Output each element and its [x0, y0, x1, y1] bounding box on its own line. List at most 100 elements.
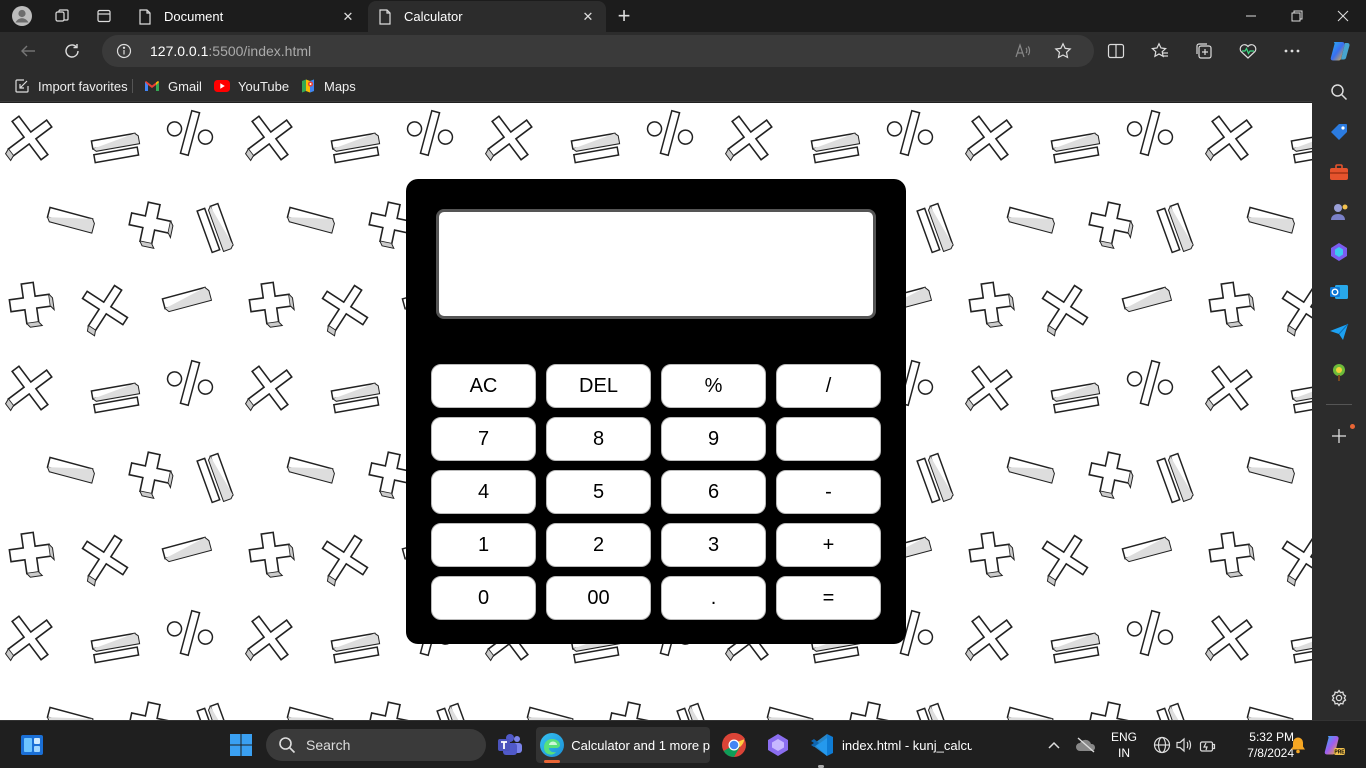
key-2[interactable]: 2 [546, 523, 651, 567]
start-windows-icon[interactable] [225, 729, 257, 761]
page-icon [138, 8, 154, 25]
key-6[interactable]: 6 [661, 470, 766, 514]
favorites-bar: Import favorites Gmail YouTube Maps [0, 70, 1312, 102]
search-icon [278, 736, 296, 754]
tab-document[interactable]: Document ✕ [128, 1, 366, 32]
key-blank[interactable] [776, 417, 881, 461]
tree-icon[interactable] [1329, 362, 1349, 382]
calculator-display [436, 209, 876, 319]
send-icon[interactable] [1329, 322, 1349, 342]
restore-button[interactable] [1274, 0, 1320, 32]
favorite-label: Maps [324, 78, 356, 94]
copilot-app-icon[interactable] [1329, 242, 1349, 262]
tab-calculator[interactable]: Calculator ✕ [368, 1, 606, 32]
browser-essentials-icon[interactable] [1236, 39, 1260, 63]
favorites-divider [132, 79, 133, 93]
key-8[interactable]: 8 [546, 417, 651, 461]
maps-icon [300, 78, 316, 94]
key-0[interactable]: 0 [431, 576, 536, 620]
workspaces-icon[interactable] [50, 4, 74, 28]
show-hidden-icons-chevron-icon[interactable] [1040, 729, 1068, 761]
favorite-label: Gmail [168, 78, 202, 94]
copilot-icon[interactable] [1326, 37, 1354, 65]
clock-time: 5:32 PM [1249, 730, 1294, 744]
key-delete[interactable]: DEL [546, 364, 651, 408]
favorite-gmail[interactable]: Gmail [144, 76, 202, 96]
vscode-app-label: index.html - kunj_calcul [842, 737, 972, 753]
games-person-icon[interactable] [1329, 202, 1349, 222]
key-9[interactable]: 9 [661, 417, 766, 461]
edge-sidebar [1312, 70, 1366, 720]
battery-icon[interactable] [1196, 729, 1220, 761]
notification-dot [1350, 424, 1355, 429]
key-percent[interactable]: % [661, 364, 766, 408]
back-button[interactable] [16, 39, 40, 63]
sidebar-settings-icon[interactable] [1329, 688, 1349, 708]
edge-icon [536, 730, 567, 760]
close-window-button[interactable] [1320, 0, 1366, 32]
split-screen-icon[interactable] [1104, 39, 1128, 63]
new-tab-button[interactable]: + [612, 3, 636, 28]
network-globe-icon[interactable] [1150, 729, 1174, 761]
edge-app-label: Calculator and 1 more p [571, 737, 710, 753]
key-double-zero[interactable]: 00 [546, 576, 651, 620]
import-icon [14, 78, 30, 94]
key-subtract[interactable]: - [776, 470, 881, 514]
key-equals[interactable]: = [776, 576, 881, 620]
site-info-icon[interactable] [116, 43, 132, 59]
address-bar[interactable]: 127.0.0.1:5500/index.html [102, 35, 1094, 67]
key-all-clear[interactable]: AC [431, 364, 536, 408]
notifications-bell-icon[interactable] [1286, 729, 1310, 761]
language-indicator[interactable]: ENG IN [1106, 729, 1142, 761]
favorite-import[interactable]: Import favorites [14, 76, 128, 96]
taskbar: Search Calculator and 1 more p index.htm… [0, 720, 1366, 768]
key-3[interactable]: 3 [661, 523, 766, 567]
widgets-icon[interactable] [16, 729, 48, 761]
shopping-tag-icon[interactable] [1329, 122, 1349, 142]
taskbar-app-edge[interactable]: Calculator and 1 more p [536, 727, 710, 763]
key-add[interactable]: + [776, 523, 881, 567]
taskbar-app-vscode[interactable]: index.html - kunj_calcul [842, 727, 972, 763]
more-menu-icon[interactable] [1280, 39, 1304, 63]
url-host: 127.0.0.1 [150, 43, 209, 59]
favorite-youtube[interactable]: YouTube [214, 76, 289, 96]
key-5[interactable]: 5 [546, 470, 651, 514]
tab-actions-icon[interactable] [92, 4, 116, 28]
key-4[interactable]: 4 [431, 470, 536, 514]
teams-icon[interactable] [494, 729, 526, 761]
read-aloud-icon[interactable] [1013, 41, 1033, 61]
page-viewport: AC DEL % / 7 8 9 4 5 6 - 1 2 3 + 0 00 . … [0, 103, 1312, 720]
close-icon[interactable]: ✕ [340, 9, 356, 25]
tab-bar: Document ✕ Calculator ✕ + [0, 0, 1366, 32]
tab-title: Document [164, 9, 224, 24]
favorite-star-icon[interactable] [1053, 41, 1073, 61]
refresh-button[interactable] [60, 39, 84, 63]
onedrive-paused-icon[interactable] [1072, 729, 1100, 761]
clock[interactable]: 5:32 PM 7/8/2024 [1226, 729, 1294, 761]
minimize-button[interactable] [1228, 0, 1274, 32]
collections-icon[interactable] [1192, 39, 1216, 63]
taskbar-search-box[interactable]: Search [266, 729, 486, 761]
key-decimal[interactable]: . [661, 576, 766, 620]
favorite-label: YouTube [238, 78, 290, 94]
calculator: AC DEL % / 7 8 9 4 5 6 - 1 2 3 + 0 00 . … [406, 179, 906, 644]
outlook-icon[interactable] [1329, 282, 1349, 302]
favorite-maps[interactable]: Maps [300, 76, 356, 96]
close-icon[interactable]: ✕ [580, 9, 596, 25]
volume-icon[interactable] [1172, 729, 1196, 761]
search-icon[interactable] [1329, 82, 1349, 102]
url-text[interactable]: 127.0.0.1:5500/index.html [150, 43, 311, 59]
clock-date: 7/8/2024 [1247, 746, 1294, 760]
tools-briefcase-icon[interactable] [1329, 162, 1349, 182]
favorites-icon[interactable] [1148, 39, 1172, 63]
visual-studio-icon[interactable] [762, 729, 794, 761]
chrome-icon[interactable] [718, 729, 750, 761]
key-7[interactable]: 7 [431, 417, 536, 461]
key-1[interactable]: 1 [431, 523, 536, 567]
vscode-icon[interactable] [806, 729, 838, 761]
copilot-preview-icon[interactable]: PRE [1318, 729, 1350, 761]
add-sidebar-app-icon[interactable] [1329, 426, 1349, 446]
svg-text:PRE: PRE [1334, 749, 1345, 755]
key-divide[interactable]: / [776, 364, 881, 408]
profile-avatar-icon[interactable] [10, 4, 34, 28]
